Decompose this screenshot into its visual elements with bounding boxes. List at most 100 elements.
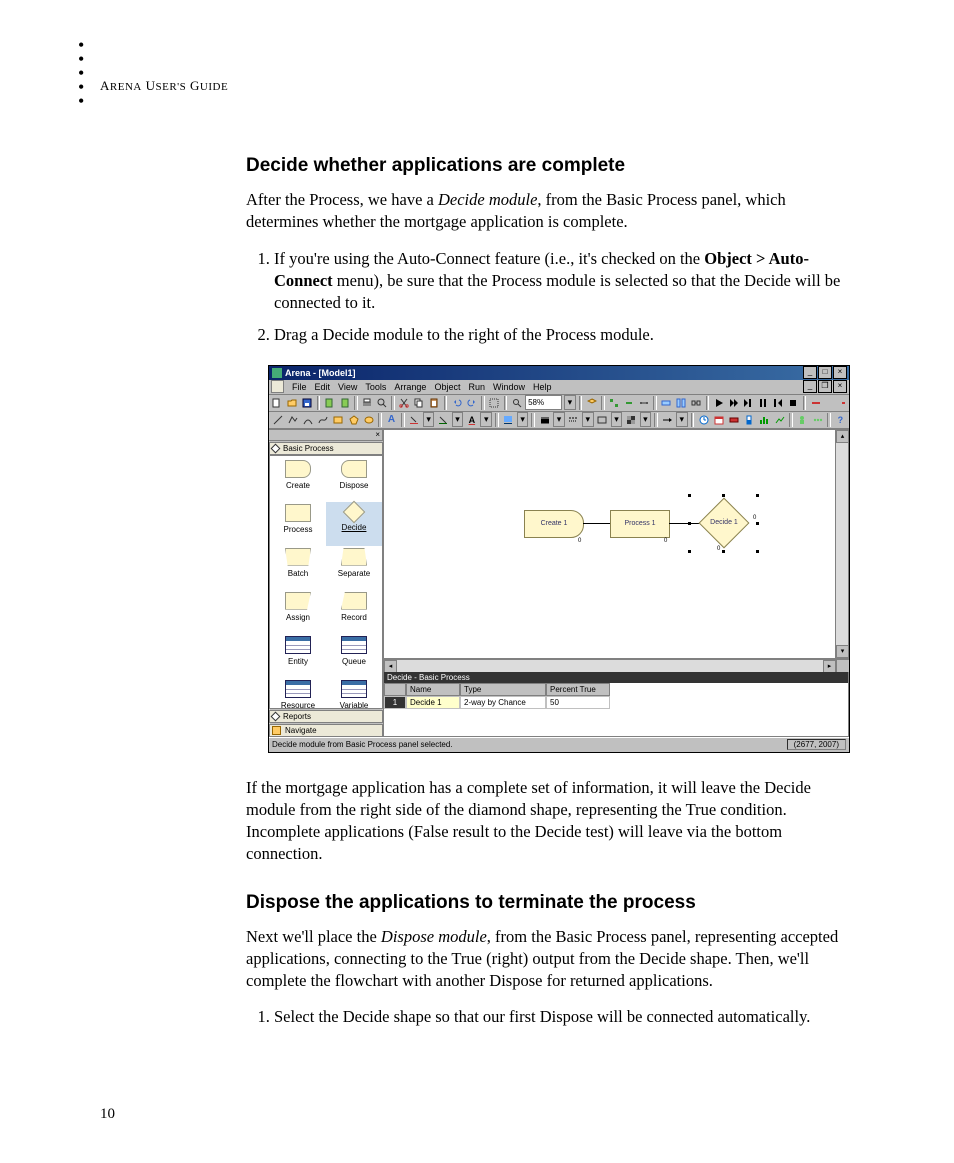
detach-icon[interactable] [338, 395, 351, 411]
panel-tab-basic-process[interactable]: Basic Process [269, 442, 383, 455]
glue-icon[interactable] [623, 395, 636, 411]
line-weight-icon[interactable] [596, 412, 609, 428]
arrow-icon[interactable] [661, 412, 674, 428]
selection-handle[interactable] [688, 494, 691, 497]
sheet-row[interactable]: 1 Decide 1 2-way by Chance 50 [384, 696, 848, 709]
histogram-icon[interactable] [758, 412, 771, 428]
module-record[interactable]: Record [326, 590, 382, 634]
selection-handle[interactable] [756, 494, 759, 497]
speed-icon[interactable] [809, 395, 822, 411]
zoom-dropdown-icon[interactable]: ▾ [564, 395, 575, 410]
arc-icon[interactable] [301, 412, 314, 428]
dash-style-icon[interactable] [567, 412, 580, 428]
module-separate[interactable]: Separate [326, 546, 382, 590]
zoom-input[interactable]: 58% [525, 395, 562, 410]
close-button[interactable]: × [833, 366, 847, 379]
panel-grip[interactable]: × [269, 429, 383, 441]
module-entity[interactable]: Entity [270, 634, 326, 678]
undo-icon[interactable] [450, 395, 463, 411]
decide-module[interactable]: Decide 1 [699, 503, 749, 543]
clock-icon[interactable] [697, 412, 710, 428]
cell-name[interactable]: Decide 1 [406, 696, 460, 709]
header-cell[interactable]: Percent True [546, 683, 610, 696]
menu-window[interactable]: Window [493, 382, 525, 392]
pattern-dropdown-icon[interactable]: ▾ [640, 412, 652, 427]
selection-handle[interactable] [688, 522, 691, 525]
scroll-down-icon[interactable]: ▾ [836, 645, 849, 658]
cell-type[interactable]: 2-way by Chance [460, 696, 546, 709]
split-icon[interactable] [675, 395, 688, 411]
menu-tools[interactable]: Tools [365, 382, 386, 392]
module-create[interactable]: Create [270, 458, 326, 502]
save-icon[interactable] [301, 395, 314, 411]
find-icon[interactable] [510, 395, 523, 411]
document-icon[interactable] [271, 380, 284, 393]
panel-close-icon[interactable]: × [375, 430, 380, 439]
polygon-icon[interactable] [347, 412, 360, 428]
selection-handle[interactable] [688, 550, 691, 553]
submodel-icon[interactable] [660, 395, 673, 411]
create-module[interactable]: Create 1 [524, 510, 584, 538]
date-icon[interactable] [712, 412, 725, 428]
cut-icon[interactable] [398, 395, 411, 411]
attach-icon[interactable] [323, 395, 336, 411]
horizontal-scrollbar[interactable]: ◂ ▸ [384, 659, 849, 672]
panel-tab-reports[interactable]: Reports [269, 710, 383, 723]
plot-icon[interactable] [773, 412, 786, 428]
module-resource[interactable]: Resource [270, 678, 326, 709]
linestyle-dropdown-icon[interactable]: ▾ [553, 412, 565, 427]
bgcolor-dropdown-icon[interactable]: ▾ [517, 412, 529, 427]
fill-color-icon[interactable] [408, 412, 421, 428]
selection-handle[interactable] [756, 522, 759, 525]
module-queue[interactable]: Queue [326, 634, 382, 678]
minimize-button[interactable]: _ [803, 366, 817, 379]
region-icon[interactable] [488, 395, 501, 411]
cell-percent-true[interactable]: 50 [546, 696, 610, 709]
variable-anim-icon[interactable] [727, 412, 740, 428]
stop-icon[interactable] [787, 395, 800, 411]
preview-icon[interactable] [376, 395, 389, 411]
module-decide[interactable]: Decide [326, 502, 382, 546]
process-module[interactable]: Process 1 [610, 510, 670, 538]
menu-help[interactable]: Help [533, 382, 552, 392]
fast-forward-icon[interactable] [727, 395, 740, 411]
module-batch[interactable]: Batch [270, 546, 326, 590]
module-assign[interactable]: Assign [270, 590, 326, 634]
queue-anim-icon[interactable] [811, 412, 824, 428]
snap-icon[interactable] [608, 395, 621, 411]
menu-arrange[interactable]: Arrange [394, 382, 426, 392]
module-variable[interactable]: Variable [326, 678, 382, 709]
maximize-button[interactable]: □ [818, 366, 832, 379]
menu-view[interactable]: View [338, 382, 357, 392]
textcolor-dropdown-icon[interactable]: ▾ [480, 412, 492, 427]
layers-icon[interactable] [585, 395, 598, 411]
selection-handle[interactable] [722, 494, 725, 497]
link-icon[interactable] [690, 395, 703, 411]
header-cell[interactable]: Name [406, 683, 460, 696]
panel-tab-navigate[interactable]: Navigate [269, 724, 383, 737]
pause-icon[interactable] [757, 395, 770, 411]
selection-handle[interactable] [756, 550, 759, 553]
lineweight-dropdown-icon[interactable]: ▾ [611, 412, 623, 427]
resource-anim-icon[interactable] [796, 412, 809, 428]
start-over-icon[interactable] [772, 395, 785, 411]
connect-icon[interactable] [637, 395, 650, 411]
step-icon[interactable] [742, 395, 755, 411]
help-icon[interactable]: ? [834, 412, 847, 428]
line-style-icon[interactable] [538, 412, 551, 428]
copy-icon[interactable] [413, 395, 426, 411]
vertical-scrollbar[interactable]: ▴ ▾ [835, 430, 848, 658]
fill-dropdown-icon[interactable]: ▾ [423, 412, 435, 427]
selection-handle[interactable] [722, 550, 725, 553]
menu-run[interactable]: Run [468, 382, 485, 392]
module-dispose[interactable]: Dispose [326, 458, 382, 502]
bezier-icon[interactable] [317, 412, 330, 428]
header-cell[interactable]: Type [460, 683, 546, 696]
scroll-up-icon[interactable]: ▴ [836, 430, 849, 443]
line-color-icon[interactable] [436, 412, 449, 428]
row-index[interactable]: 1 [384, 696, 406, 709]
connector[interactable] [583, 523, 610, 524]
menu-edit[interactable]: Edit [315, 382, 331, 392]
doc-minimize-button[interactable]: _ [803, 380, 817, 393]
doc-restore-button[interactable]: ❐ [818, 380, 832, 393]
